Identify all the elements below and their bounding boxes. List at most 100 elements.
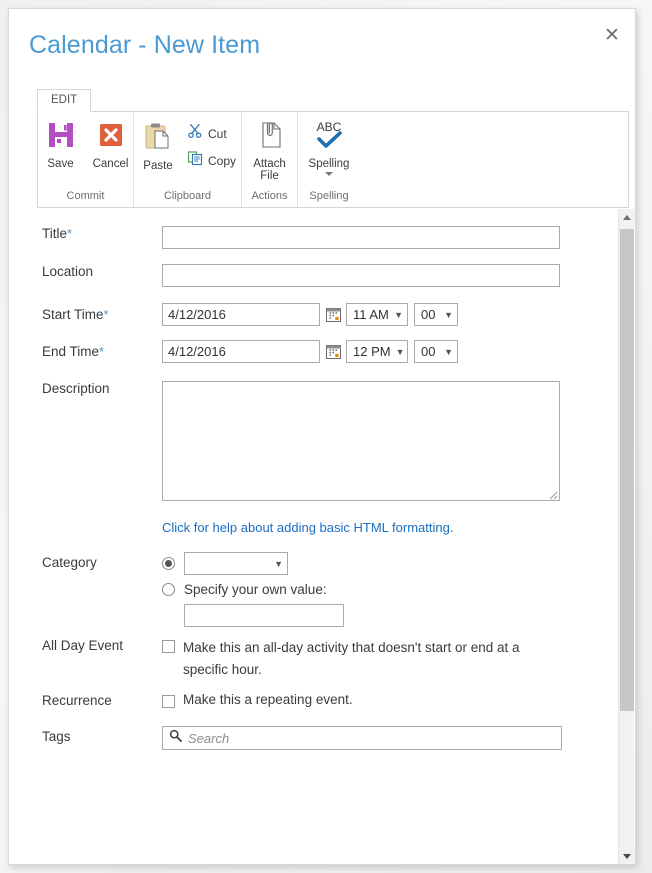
resize-handle-icon[interactable] (546, 487, 558, 500)
form-content: Title* Location Start Time* 4/12/2016 11… (10, 209, 610, 864)
category-label: Category (42, 555, 97, 570)
category-custom-input[interactable] (184, 604, 344, 627)
end-hour-select[interactable]: 12 PM ▼ (346, 340, 408, 363)
all-day-event-checkbox[interactable] (162, 640, 175, 653)
cancel-x-icon (96, 120, 126, 155)
calendar-new-item-dialog: Calendar - New Item ✕ EDIT Save Cancel C… (8, 8, 636, 865)
start-time-required-mark: * (103, 307, 109, 322)
scrollbar-thumb[interactable] (620, 229, 634, 711)
recurrence-checkbox-label[interactable]: Make this a repeating event. (183, 692, 353, 708)
field-row-category: Category ▼ Specify your own value: (42, 552, 344, 627)
tags-search-placeholder: Search (188, 730, 230, 746)
end-minute-value: 00 (421, 344, 436, 359)
paste-button[interactable]: Paste (136, 120, 180, 172)
field-row-tags: Tags Search (42, 726, 562, 750)
field-row-end-time: End Time* 12 PM ▼ 00 ▼ (42, 340, 458, 363)
start-date-input[interactable] (162, 303, 320, 326)
page-title: Calendar - New Item (29, 31, 261, 59)
scroll-up-arrow-icon (623, 215, 631, 220)
end-time-label-text: End Time (42, 344, 100, 359)
copy-button[interactable]: Copy (184, 148, 239, 173)
end-time-label: End Time* (42, 344, 162, 359)
chevron-down-icon: ▼ (444, 309, 453, 320)
spelling-button[interactable]: ABC Spelling (302, 120, 356, 176)
copy-documents-icon (187, 150, 203, 171)
attach-file-label-line1: Attach (253, 158, 286, 170)
calendar-picker-icon[interactable] (320, 307, 346, 322)
ribbon-group-label-commit: Commit (66, 190, 105, 202)
ribbon-group-label-clipboard: Clipboard (163, 190, 212, 202)
save-floppy-icon (46, 120, 76, 155)
chevron-down-icon: ▼ (274, 558, 283, 569)
ribbon-group-label-actions: Actions (251, 190, 288, 202)
field-row-title: Title* (42, 226, 560, 249)
chevron-down-icon: ▼ (395, 346, 405, 357)
tags-label: Tags (42, 729, 71, 744)
title-required-mark: * (67, 226, 73, 241)
chevron-down-icon[interactable] (325, 172, 333, 176)
title-input[interactable] (162, 226, 560, 249)
scroll-up-button[interactable] (619, 209, 635, 226)
location-label: Location (42, 264, 94, 279)
abc-check-icon: ABC (309, 120, 349, 155)
calendar-picker-icon[interactable] (320, 344, 346, 359)
form-scroll-area: Title* Location Start Time* 4/12/2016 11… (10, 209, 635, 864)
ribbon-group-label-spelling: Spelling (309, 190, 349, 202)
attach-file-button[interactable]: Attach File (247, 120, 293, 182)
ribbon-group-clipboard: Paste Cut Copy Clipboard (134, 112, 242, 207)
recurrence-label: Recurrence (42, 693, 112, 708)
category-custom-radio[interactable] (162, 583, 175, 596)
html-help-link-row: Click for help about adding basic HTML f… (162, 520, 453, 535)
all-day-event-checkbox-label[interactable]: Make this an all-day activity that doesn… (183, 637, 558, 681)
save-label: Save (47, 158, 74, 170)
scroll-down-button[interactable] (619, 848, 635, 864)
start-time-label: Start Time* (42, 307, 162, 322)
save-button[interactable]: Save (37, 120, 85, 170)
close-icon[interactable]: ✕ (595, 19, 629, 51)
tags-search-input[interactable]: Search (162, 726, 562, 750)
start-hour-value: 11 AM (353, 307, 389, 322)
tab-edit[interactable]: EDIT (37, 89, 92, 112)
chevron-down-icon: ▼ (394, 309, 403, 320)
ribbon: Save Cancel Commit Paste Cut Copy Clipbo… (37, 111, 629, 208)
ribbon-group-commit: Save Cancel Commit (38, 112, 134, 207)
copy-label: Copy (208, 153, 237, 168)
spelling-label: Spelling (308, 158, 350, 170)
paperclip-page-icon (255, 120, 285, 155)
ribbon-tabstrip: EDIT (37, 88, 92, 112)
chevron-down-icon: ▼ (444, 346, 453, 357)
svg-text:ABC: ABC (317, 120, 342, 134)
ribbon-group-actions: Attach File Actions (242, 112, 298, 207)
cancel-button[interactable]: Cancel (87, 120, 135, 170)
field-row-recurrence: Recurrence Make this a repeating event. (42, 692, 353, 708)
end-time-required-mark: * (99, 344, 105, 359)
cancel-label: Cancel (92, 158, 129, 170)
category-dropdown[interactable]: ▼ (184, 552, 288, 575)
end-date-input[interactable] (162, 340, 320, 363)
paste-clipboard-icon (142, 120, 174, 157)
end-hour-value: 12 PM (353, 344, 391, 359)
end-minute-select[interactable]: 00 ▼ (414, 340, 458, 363)
location-input[interactable] (162, 264, 560, 287)
all-day-event-label: All Day Event (42, 638, 124, 653)
field-row-description: Description (42, 381, 560, 501)
attach-file-label-line2: File (260, 170, 279, 182)
start-minute-value: 00 (421, 307, 436, 322)
field-row-location: Location (42, 264, 560, 287)
title-label-text: Title (42, 226, 68, 241)
description-textarea[interactable] (162, 381, 560, 501)
scissors-icon (187, 123, 203, 144)
paste-label: Paste (143, 160, 173, 172)
recurrence-checkbox[interactable] (162, 695, 175, 708)
start-minute-select[interactable]: 00 ▼ (414, 303, 458, 326)
start-hour-select[interactable]: 11 AM ▼ (346, 303, 408, 326)
cut-button[interactable]: Cut (184, 121, 239, 146)
search-icon (169, 729, 182, 747)
vertical-scrollbar[interactable] (618, 209, 635, 864)
category-custom-label: Specify your own value: (184, 582, 327, 597)
field-row-start-time: Start Time* 11 AM ▼ 00 (42, 303, 458, 326)
ribbon-group-spelling: ABC Spelling Spelling (298, 112, 360, 207)
html-formatting-help-link[interactable]: Click for help about adding basic HTML f… (162, 520, 453, 535)
category-dropdown-radio[interactable] (162, 557, 175, 570)
scroll-down-arrow-icon (623, 854, 631, 859)
